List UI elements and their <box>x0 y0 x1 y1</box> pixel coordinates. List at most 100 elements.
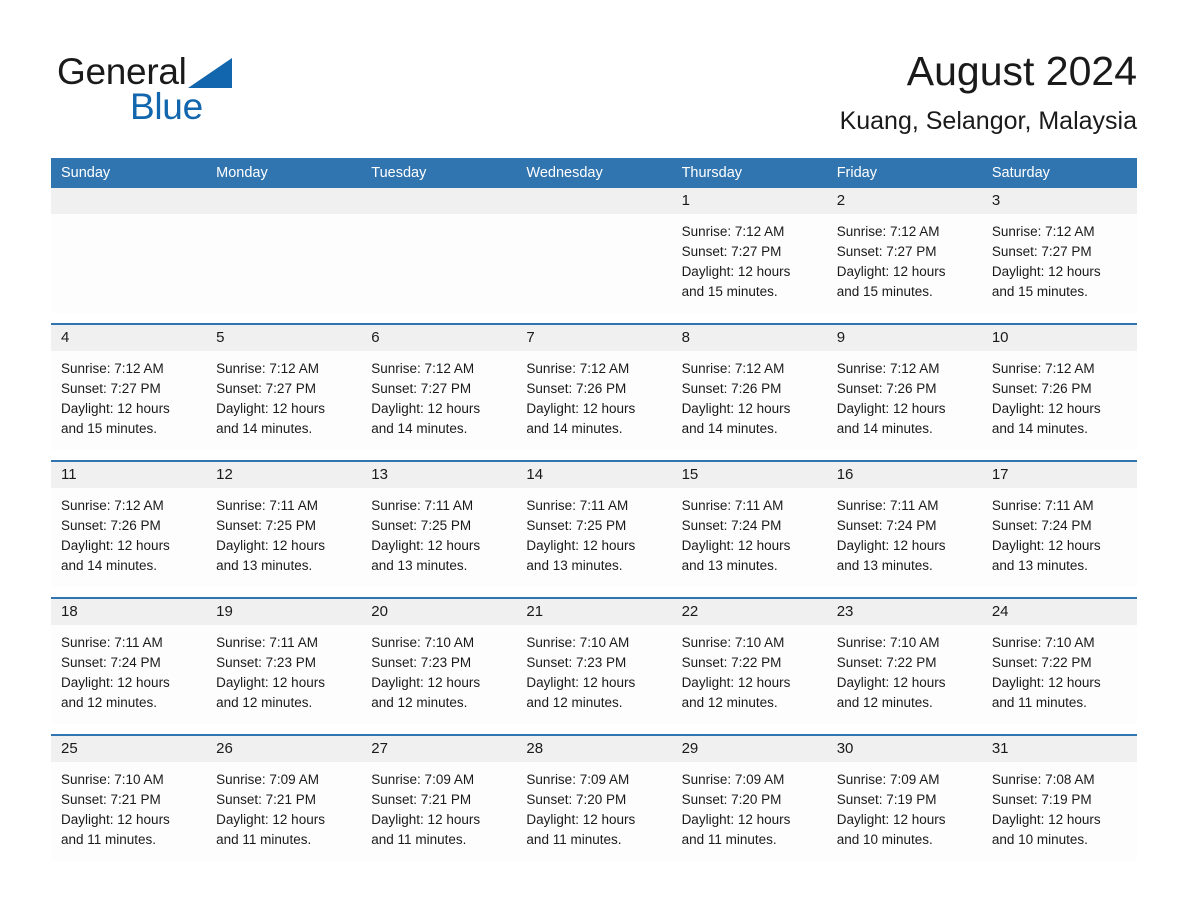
calendar-day-cell[interactable]: 4 Sunrise: 7:12 AM Sunset: 7:27 PM Daylight… <box>51 325 207 450</box>
daylight-text: Daylight: 12 hours <box>991 675 1101 690</box>
daylight-text: Daylight: 12 hours <box>216 401 325 416</box>
calendar-day-cell[interactable]: 2 Sunrise: 7:12 AM Sunset: 7:27 PM Daylight… <box>826 188 982 313</box>
daylight-text: Daylight: 12 hours <box>836 538 946 553</box>
sunrise-text: Sunrise: 7:10 AM <box>526 635 630 650</box>
day-details: Sunrise: 7:12 AM Sunset: 7:27 PM Daylight:… <box>51 351 206 439</box>
calendar-day-cell[interactable]: 15 Sunrise: 7:11 AM Sunset: 7:24 PM Dayligh… <box>671 462 827 587</box>
calendar-day-cell[interactable]: 28 Sunrise: 7:09 AM Sunset: 7:20 PM Dayligh… <box>516 736 672 861</box>
weekday-header-friday: Friday <box>836 165 877 181</box>
day-number-band: 9 <box>826 325 982 351</box>
day-number: 28 <box>526 740 544 757</box>
day-number-band: 23 <box>826 599 982 625</box>
calendar-day-cell[interactable]: 19 Sunrise: 7:11 AM Sunset: 7:23 PM Dayligh… <box>206 599 362 724</box>
day-number-band: 13 <box>361 462 517 488</box>
daylight-text: Daylight: 12 hours <box>681 264 791 279</box>
daylight-text-cont: and 13 minutes. <box>681 558 778 573</box>
daylight-text: Daylight: 12 hours <box>991 264 1101 279</box>
calendar-day-cell[interactable]: 12 Sunrise: 7:11 AM Sunset: 7:25 PM Dayligh… <box>206 462 362 587</box>
daylight-text: Daylight: 12 hours <box>681 401 791 416</box>
day-number-band: 11 <box>51 462 207 488</box>
day-number-band: 18 <box>51 599 207 625</box>
calendar-day-cell-empty <box>51 188 207 313</box>
day-details: Sunrise: 7:10 AM Sunset: 7:23 PM Daylight:… <box>516 625 671 713</box>
title-block: August 2024 Kuang, Selangor, Malaysia <box>840 46 1137 136</box>
day-number: 29 <box>681 740 699 757</box>
day-number-band: 16 <box>826 462 982 488</box>
daylight-text-cont: and 14 minutes. <box>991 421 1088 436</box>
calendar-day-cell[interactable]: 25 Sunrise: 7:10 AM Sunset: 7:21 PM Dayligh… <box>51 736 207 861</box>
calendar-day-cell[interactable]: 13 Sunrise: 7:11 AM Sunset: 7:25 PM Dayligh… <box>361 462 517 587</box>
calendar-day-cell[interactable]: 14 Sunrise: 7:11 AM Sunset: 7:25 PM Dayligh… <box>516 462 672 587</box>
calendar-day-cell[interactable]: 5 Sunrise: 7:12 AM Sunset: 7:27 PM Daylight… <box>206 325 362 450</box>
day-number-band <box>516 188 672 214</box>
calendar-day-cell[interactable]: 31 Sunrise: 7:08 AM Sunset: 7:19 PM Dayligh… <box>981 736 1137 861</box>
daylight-text-cont: and 11 minutes. <box>526 832 622 847</box>
daylight-text-cont: and 12 minutes. <box>371 695 468 710</box>
daylight-text: Daylight: 12 hours <box>61 675 170 690</box>
calendar-day-cell[interactable]: 10 Sunrise: 7:12 AM Sunset: 7:26 PM Dayligh… <box>981 325 1137 450</box>
brand-logo[interactable]: General Blue <box>57 52 317 128</box>
calendar-day-cell[interactable]: 17 Sunrise: 7:11 AM Sunset: 7:24 PM Dayligh… <box>981 462 1137 587</box>
sunrise-text: Sunrise: 7:09 AM <box>216 772 319 787</box>
calendar-day-cell[interactable]: 3 Sunrise: 7:12 AM Sunset: 7:27 PM Daylight… <box>981 188 1137 313</box>
weekday-header-sunday: Sunday <box>61 165 111 181</box>
calendar-day-cell[interactable]: 1 Sunrise: 7:12 AM Sunset: 7:27 PM Daylight… <box>671 188 827 313</box>
daylight-text-cont: and 13 minutes. <box>371 558 468 573</box>
daylight-text-cont: and 14 minutes. <box>526 421 623 436</box>
day-details: Sunrise: 7:12 AM Sunset: 7:27 PM Daylight:… <box>361 351 516 439</box>
day-number: 23 <box>836 603 854 620</box>
sunset-text: Sunset: 7:22 PM <box>681 655 782 670</box>
calendar-day-cell[interactable]: 8 Sunrise: 7:12 AM Sunset: 7:26 PM Daylight… <box>671 325 827 450</box>
day-number-band: 27 <box>361 736 517 762</box>
sunset-text: Sunset: 7:23 PM <box>216 655 316 670</box>
day-details: Sunrise: 7:09 AM Sunset: 7:21 PM Daylight:… <box>206 762 361 850</box>
daylight-text-cont: and 13 minutes. <box>216 558 313 573</box>
daylight-text: Daylight: 12 hours <box>61 401 170 416</box>
calendar-day-cell[interactable]: 21 Sunrise: 7:10 AM Sunset: 7:23 PM Dayligh… <box>516 599 672 724</box>
sunset-text: Sunset: 7:26 PM <box>61 518 161 533</box>
daylight-text-cont: and 13 minutes. <box>526 558 623 573</box>
daylight-text-cont: and 14 minutes. <box>681 421 778 436</box>
calendar-day-cell[interactable]: 6 Sunrise: 7:12 AM Sunset: 7:27 PM Daylight… <box>361 325 517 450</box>
calendar-day-cell[interactable]: 16 Sunrise: 7:11 AM Sunset: 7:24 PM Dayligh… <box>826 462 982 587</box>
sunrise-text: Sunrise: 7:09 AM <box>681 772 785 787</box>
sunrise-text: Sunrise: 7:11 AM <box>216 635 318 650</box>
sunset-text: Sunset: 7:22 PM <box>836 655 937 670</box>
calendar-day-cell[interactable]: 27 Sunrise: 7:09 AM Sunset: 7:21 PM Dayligh… <box>361 736 517 861</box>
day-details: Sunrise: 7:12 AM Sunset: 7:27 PM Daylight:… <box>672 214 827 302</box>
daylight-text: Daylight: 12 hours <box>991 538 1101 553</box>
calendar-day-cell[interactable]: 24 Sunrise: 7:10 AM Sunset: 7:22 PM Dayligh… <box>981 599 1137 724</box>
day-details: Sunrise: 7:11 AM Sunset: 7:25 PM Daylight:… <box>361 488 516 576</box>
calendar-day-cell[interactable]: 26 Sunrise: 7:09 AM Sunset: 7:21 PM Dayligh… <box>206 736 362 861</box>
weekday-header-thursday: Thursday <box>681 165 743 181</box>
day-details: Sunrise: 7:12 AM Sunset: 7:27 PM Daylight:… <box>206 351 361 439</box>
daylight-text-cont: and 15 minutes. <box>991 284 1088 299</box>
calendar-day-cell[interactable]: 29 Sunrise: 7:09 AM Sunset: 7:20 PM Dayligh… <box>671 736 827 861</box>
calendar-week-row: 18 Sunrise: 7:11 AM Sunset: 7:24 PM Dayligh… <box>51 597 1137 724</box>
daylight-text-cont: and 14 minutes. <box>836 421 933 436</box>
day-number-band: 10 <box>981 325 1137 351</box>
sunset-text: Sunset: 7:27 PM <box>991 244 1092 259</box>
day-number-band: 28 <box>516 736 672 762</box>
day-number-band: 3 <box>981 188 1137 214</box>
calendar-day-cell[interactable]: 18 Sunrise: 7:11 AM Sunset: 7:24 PM Dayligh… <box>51 599 207 724</box>
day-details: Sunrise: 7:12 AM Sunset: 7:26 PM Daylight:… <box>827 351 982 439</box>
day-number-band: 26 <box>206 736 362 762</box>
day-number-band: 24 <box>981 599 1137 625</box>
calendar-day-cell[interactable]: 23 Sunrise: 7:10 AM Sunset: 7:22 PM Dayligh… <box>826 599 982 724</box>
day-details <box>516 214 671 222</box>
day-number: 7 <box>526 329 535 346</box>
calendar-day-cell[interactable]: 9 Sunrise: 7:12 AM Sunset: 7:26 PM Daylight… <box>826 325 982 450</box>
sunset-text: Sunset: 7:26 PM <box>991 381 1092 396</box>
page-title: August 2024 <box>906 48 1137 94</box>
calendar-day-cell[interactable]: 30 Sunrise: 7:09 AM Sunset: 7:19 PM Dayligh… <box>826 736 982 861</box>
calendar-day-cell[interactable]: 20 Sunrise: 7:10 AM Sunset: 7:23 PM Dayligh… <box>361 599 517 724</box>
sunset-text: Sunset: 7:20 PM <box>681 792 782 807</box>
day-details: Sunrise: 7:09 AM Sunset: 7:20 PM Daylight:… <box>672 762 827 850</box>
calendar-day-cell[interactable]: 7 Sunrise: 7:12 AM Sunset: 7:26 PM Daylight… <box>516 325 672 450</box>
calendar-day-cell[interactable]: 11 Sunrise: 7:12 AM Sunset: 7:26 PM Dayligh… <box>51 462 207 587</box>
sunrise-text: Sunrise: 7:12 AM <box>991 224 1095 239</box>
day-number: 22 <box>681 603 699 620</box>
day-details: Sunrise: 7:12 AM Sunset: 7:27 PM Daylight:… <box>982 214 1137 302</box>
calendar-day-cell[interactable]: 22 Sunrise: 7:10 AM Sunset: 7:22 PM Dayligh… <box>671 599 827 724</box>
